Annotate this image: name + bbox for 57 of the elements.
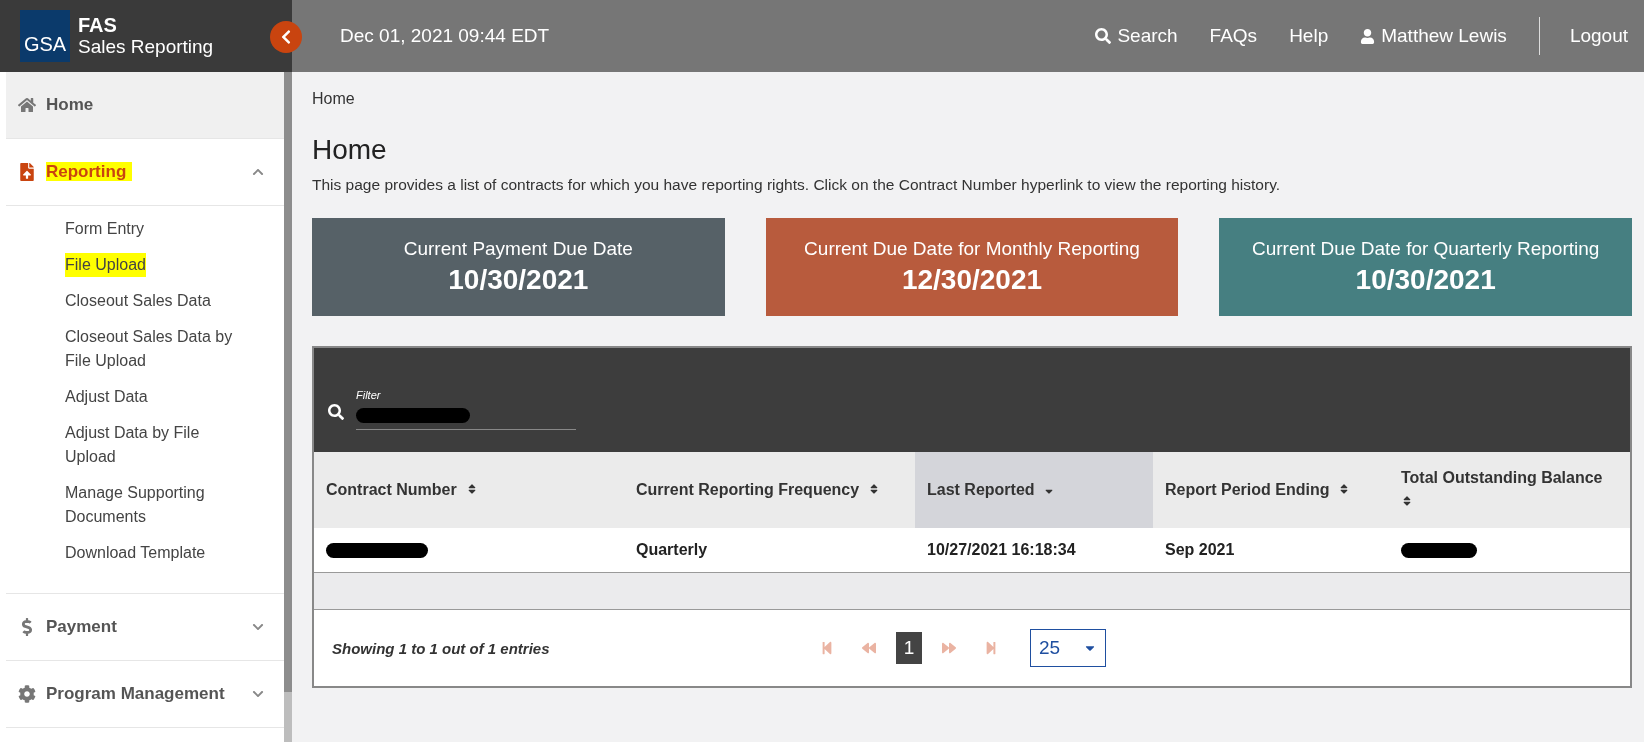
sidebar-item-label: Program Management: [46, 684, 225, 703]
sidebar-item-label: Home: [46, 95, 94, 114]
filter-field[interactable]: Filter: [356, 389, 576, 430]
gear-icon: [18, 685, 36, 703]
page-description: This page provides a list of contracts for which you have reporting rights. Click on the Contract Number hyperlink to view the reporting history.: [312, 176, 1282, 194]
nav-link[interactable]: FAQs: [1193, 25, 1274, 47]
previous-page-icon: [862, 641, 876, 655]
entries-summary: Showing 1 to 1 out of 1 entries: [332, 639, 551, 657]
gsa-logo: GSA: [20, 10, 70, 62]
submenu-item[interactable]: Manage Supporting Documents: [65, 481, 234, 529]
card-title: Current Due Date for Monthly Reporting: [804, 238, 1140, 260]
submenu-item[interactable]: Closeout Sales Data by File Upload: [65, 325, 234, 373]
table-cell-text: Sep 2021: [1164, 540, 1236, 560]
column-header[interactable]: Report Period Ending: [1153, 452, 1389, 528]
table-cell-text: Quarterly: [635, 540, 709, 560]
sort-icon: [1401, 495, 1413, 507]
card-title: Current Due Date for Quarterly Reporting: [1251, 238, 1600, 260]
submenu-item[interactable]: Adjust Data by File Upload: [65, 421, 234, 469]
page-size-select[interactable]: 25: [1030, 629, 1106, 667]
sidebar-item[interactable]: Home: [6, 72, 284, 139]
user-link[interactable]: Matthew Lewis: [1344, 25, 1523, 47]
next-page-icon: [942, 641, 956, 655]
card-date: 10/30/2021: [1355, 264, 1496, 296]
submenu-item[interactable]: Download Template: [65, 541, 206, 565]
column-header[interactable]: Current Reporting Frequency: [624, 452, 915, 528]
column-header[interactable]: Contract Number: [314, 452, 624, 528]
date-time: Dec 01, 2021 09:44 EDT: [340, 25, 551, 47]
search-icon: [328, 404, 344, 420]
submenu-item[interactable]: File Upload: [65, 253, 146, 277]
search-link[interactable]: Search: [1079, 25, 1194, 47]
column-header[interactable]: Total Outstanding Balance: [1389, 452, 1630, 528]
table-cell-text: 10/27/2021 16:18:34: [926, 540, 1077, 560]
app-subtitle: Sales Reporting: [78, 36, 214, 58]
first-page-icon: [820, 641, 834, 655]
search-icon: [1095, 28, 1112, 44]
upload-icon: [18, 163, 36, 181]
card-date: 12/30/2021: [901, 264, 1043, 296]
card-date: 10/30/2021: [448, 264, 589, 296]
scrollbar[interactable]: [284, 72, 292, 692]
submenu-item[interactable]: Form Entry: [65, 217, 145, 241]
sidebar-item-label: Reporting: [46, 162, 133, 181]
sidebar-item[interactable]: Reporting: [6, 139, 284, 206]
nav-link[interactable]: Help: [1273, 25, 1345, 47]
app-title: FAS: [78, 14, 118, 36]
filter-label: Filter: [356, 389, 381, 401]
home-icon: [18, 96, 36, 114]
user-icon: [1360, 28, 1376, 44]
last-page-icon: [984, 641, 998, 655]
column-header[interactable]: Last Reported: [915, 452, 1153, 528]
card-title: Current Payment Due Date: [403, 238, 633, 260]
sidebar-item[interactable]: Program Management: [6, 661, 284, 728]
submenu-item[interactable]: Closeout Sales Data: [65, 289, 211, 313]
sidebar-item-label: Payment: [46, 617, 117, 636]
breadcrumb[interactable]: Home: [312, 90, 1632, 108]
page-title: Home: [312, 134, 388, 166]
page-number-button[interactable]: 1: [896, 632, 922, 664]
submenu-item[interactable]: Adjust Data: [65, 385, 148, 409]
